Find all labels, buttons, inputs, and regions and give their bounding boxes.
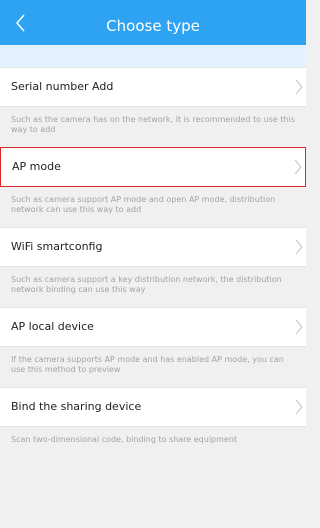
option-description: Scan two-dimensional code, binding to sh… <box>11 435 238 444</box>
chevron-right-icon <box>295 399 303 415</box>
option-description: If the camera supports AP mode and has e… <box>11 355 284 374</box>
option-label: AP mode <box>12 160 61 173</box>
option-label: Bind the sharing device <box>11 400 142 413</box>
options-list: Serial number Add Such as the camera has… <box>0 67 306 467</box>
option-bind-sharing-device[interactable]: Bind the sharing device <box>0 387 306 427</box>
option-wifi-smartconfig[interactable]: WiFi smartconfig <box>0 227 306 267</box>
header-subbar <box>0 45 306 67</box>
option-label: WiFi smartconfig <box>11 240 103 253</box>
option-label: AP local device <box>11 320 94 333</box>
page-title: Choose type <box>106 17 200 35</box>
option-description: Such as camera support AP mode and open … <box>11 195 276 214</box>
header-bar: Choose type <box>0 7 306 45</box>
chevron-right-icon <box>295 79 303 95</box>
chevron-right-icon <box>295 239 303 255</box>
option-description: Such as camera support a key distributio… <box>11 275 282 294</box>
option-description: Such as the camera has on the network, i… <box>11 115 295 134</box>
chevron-right-icon <box>294 159 302 175</box>
chevron-right-icon <box>295 319 303 335</box>
option-ap-local-device[interactable]: AP local device <box>0 307 306 347</box>
status-bar <box>0 0 306 7</box>
option-serial-number-add[interactable]: Serial number Add <box>0 67 306 107</box>
option-label: Serial number Add <box>11 80 114 93</box>
option-ap-mode[interactable]: AP mode <box>0 147 306 187</box>
